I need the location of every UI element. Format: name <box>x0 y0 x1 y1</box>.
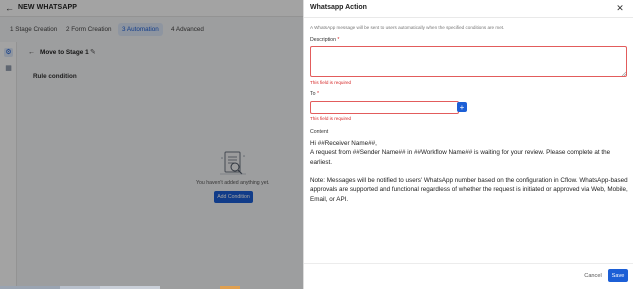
description-label-text: Description <box>310 37 336 43</box>
drawer-hint: A WhatsApp message will be sent to users… <box>310 25 505 30</box>
description-error: This field is required <box>310 80 352 85</box>
to-label: To * <box>310 91 319 97</box>
plus-icon[interactable]: + <box>457 102 467 112</box>
required-marker: * <box>337 37 340 43</box>
content-note: Note: Messages will be notified to users… <box>310 177 628 203</box>
close-icon[interactable]: ✕ <box>615 3 625 13</box>
drawer-title: Whatsapp Action <box>310 4 367 11</box>
header-divider <box>304 17 633 18</box>
to-error: This field is required <box>310 116 352 121</box>
footer-divider <box>304 263 633 264</box>
content-body: A request from ##Sender Name## in ##Work… <box>310 149 611 166</box>
content-greeting: Hi ##Receiver Name##, <box>310 140 377 147</box>
to-label-text: To <box>310 91 316 97</box>
message-content: Hi ##Receiver Name##, A request from ##S… <box>310 139 630 204</box>
save-button[interactable]: Save <box>608 269 628 282</box>
description-label: Description * <box>310 37 339 43</box>
cancel-button[interactable]: Cancel <box>579 270 607 282</box>
to-field[interactable] <box>310 101 459 114</box>
required-marker: * <box>316 91 319 97</box>
whatsapp-action-drawer: Whatsapp Action ✕ A WhatsApp message wil… <box>303 0 633 289</box>
modal-overlay[interactable] <box>0 0 303 289</box>
description-field[interactable] <box>310 46 627 77</box>
content-label: Content <box>310 129 329 135</box>
resize-grip-icon[interactable] <box>621 71 626 76</box>
